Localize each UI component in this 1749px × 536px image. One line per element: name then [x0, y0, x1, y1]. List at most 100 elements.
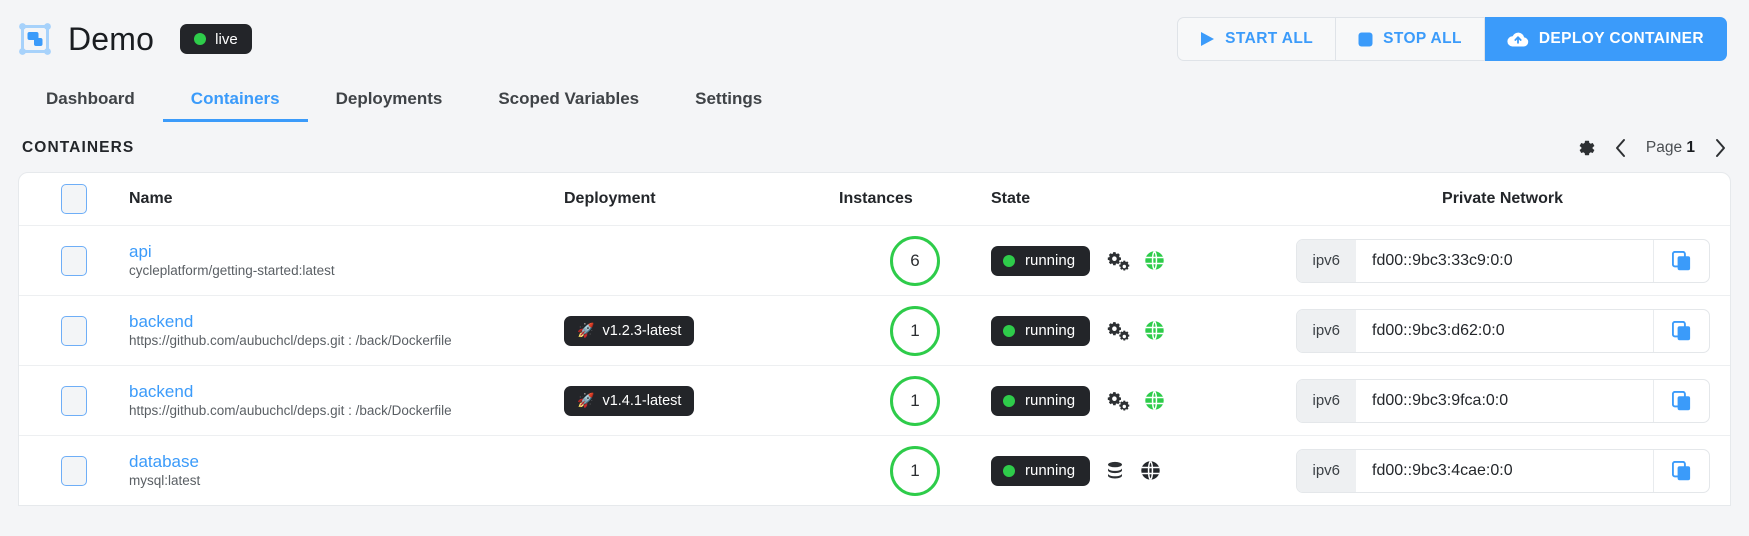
tab-dashboard[interactable]: Dashboard — [18, 90, 163, 122]
deployment-cell: 🚀 v1.2.3-latest — [564, 315, 839, 346]
container-name-cell: database mysql:latest — [129, 451, 564, 490]
network-protocol: ipv6 — [1296, 309, 1357, 352]
container-name-link[interactable]: database — [129, 451, 552, 472]
network-address-box: ipv6 fd00::9bc3:d62:0:0 — [1295, 308, 1710, 353]
gears-icon[interactable] — [1104, 250, 1130, 272]
select-all-cell — [19, 184, 129, 214]
state-dot-icon — [1003, 394, 1015, 407]
table-row[interactable]: api cycleplatform/getting-started:latest… — [19, 225, 1730, 295]
tab-containers[interactable]: Containers — [162, 90, 308, 122]
instances-count: 1 — [890, 445, 940, 496]
copy-icon[interactable] — [1652, 449, 1709, 492]
container-name-link[interactable]: api — [129, 241, 552, 262]
private-network-cell: ipv6 fd00::9bc3:d62:0:0 — [1291, 308, 1730, 353]
state-label: running — [1025, 462, 1076, 479]
network-address-box: ipv6 fd00::9bc3:4cae:0:0 — [1295, 448, 1710, 493]
deployment-label: v1.2.3-latest — [602, 322, 682, 339]
page-word: Page — [1645, 139, 1683, 156]
table-row[interactable]: backend https://github.com/aubuchcl/deps… — [19, 365, 1730, 435]
row-checkbox[interactable] — [61, 315, 87, 346]
tab-deployments[interactable]: Deployments — [308, 90, 471, 122]
row-checkbox[interactable] — [61, 455, 87, 486]
container-name-cell: backend https://github.com/aubuchcl/deps… — [129, 311, 564, 350]
container-name-cell: backend https://github.com/aubuchcl/deps… — [129, 381, 564, 420]
column-header-name: Name — [129, 190, 173, 207]
network-protocol: ipv6 — [1296, 379, 1357, 422]
table-row[interactable]: backend https://github.com/aubuchcl/deps… — [19, 295, 1730, 365]
private-network-cell: ipv6 fd00::9bc3:33c9:0:0 — [1291, 238, 1730, 283]
column-header-instances: Instances — [839, 190, 913, 207]
network-address-box: ipv6 fd00::9bc3:9fca:0:0 — [1295, 378, 1710, 423]
chevron-left-icon[interactable] — [1614, 138, 1628, 158]
rocket-icon: 🚀 — [577, 392, 595, 408]
globe-icon[interactable] — [1140, 460, 1161, 481]
container-name-link[interactable]: backend — [129, 381, 552, 402]
gear-icon[interactable] — [1576, 138, 1596, 158]
select-all-checkbox[interactable] — [61, 184, 87, 214]
start-all-button[interactable]: START ALL — [1177, 17, 1337, 61]
network-protocol: ipv6 — [1296, 239, 1357, 282]
private-network-cell: ipv6 fd00::9bc3:4cae:0:0 — [1291, 448, 1730, 493]
tab-settings[interactable]: Settings — [667, 90, 790, 122]
deploy-container-button[interactable]: DEPLOY CONTAINER — [1484, 17, 1727, 61]
row-select-cell — [19, 455, 129, 486]
state-dot-icon — [1003, 324, 1015, 337]
globe-icon[interactable] — [1144, 390, 1165, 411]
deployment-label: v1.4.1-latest — [602, 392, 682, 409]
deployment-badge[interactable]: 🚀 v1.2.3-latest — [564, 315, 695, 346]
row-checkbox[interactable] — [61, 385, 87, 416]
row-select-cell — [19, 245, 129, 276]
row-checkbox[interactable] — [61, 245, 87, 276]
start-all-label: START ALL — [1225, 30, 1314, 47]
containers-logo-icon — [18, 22, 52, 56]
container-source: mysql:latest — [129, 473, 201, 489]
container-source: cycleplatform/getting-started:latest — [129, 263, 335, 279]
rocket-icon: 🚀 — [577, 322, 595, 338]
instances-cell: 1 — [839, 375, 991, 426]
state-cell: running — [991, 245, 1291, 276]
state-label: running — [1025, 392, 1076, 409]
status-dot-icon — [194, 33, 207, 45]
copy-icon[interactable] — [1652, 309, 1709, 352]
globe-icon[interactable] — [1144, 250, 1165, 271]
table-row[interactable]: database mysql:latest 1 running ipv6 fd0… — [19, 435, 1730, 505]
stop-all-label: STOP ALL — [1383, 30, 1462, 47]
copy-icon[interactable] — [1652, 379, 1709, 422]
state-label: running — [1025, 252, 1076, 269]
containers-table: Name Deployment Instances State Private … — [18, 172, 1731, 506]
top-bar: Demo live START ALL STOP ALL DEPLOY CONT… — [0, 0, 1749, 78]
database-icon[interactable] — [1104, 460, 1126, 482]
tab-scoped-variables[interactable]: Scoped Variables — [470, 90, 667, 122]
state-dot-icon — [1003, 464, 1015, 477]
gears-icon[interactable] — [1104, 390, 1130, 412]
row-select-cell — [19, 385, 129, 416]
main-tabs: Dashboard Containers Deployments Scoped … — [0, 78, 1749, 122]
copy-icon[interactable] — [1652, 239, 1709, 282]
state-cell: running — [991, 385, 1291, 416]
deployment-badge[interactable]: 🚀 v1.4.1-latest — [564, 385, 695, 416]
stop-square-icon — [1358, 32, 1373, 47]
table-header-row: Name Deployment Instances State Private … — [19, 173, 1730, 225]
page-indicator: Page 1 — [1646, 139, 1695, 157]
header-actions: START ALL STOP ALL DEPLOY CONTAINER — [1177, 17, 1727, 61]
network-address: fd00::9bc3:9fca:0:0 — [1372, 391, 1509, 409]
gears-icon[interactable] — [1104, 320, 1130, 342]
container-name-link[interactable]: backend — [129, 311, 552, 332]
stop-all-button[interactable]: STOP ALL — [1336, 17, 1485, 61]
instances-count: 6 — [890, 235, 940, 286]
column-header-deployment: Deployment — [564, 190, 656, 207]
state-cell: running — [991, 315, 1291, 346]
container-name-cell: api cycleplatform/getting-started:latest — [129, 241, 564, 280]
state-badge: running — [991, 315, 1091, 346]
deploy-container-label: DEPLOY CONTAINER — [1538, 30, 1704, 47]
globe-icon[interactable] — [1144, 320, 1165, 341]
chevron-right-icon[interactable] — [1713, 138, 1727, 158]
pagination: Page 1 — [1576, 138, 1727, 158]
column-header-state: State — [991, 190, 1031, 207]
cloud-upload-icon — [1507, 31, 1529, 48]
network-protocol: ipv6 — [1296, 449, 1357, 492]
section-title: CONTAINERS — [22, 139, 135, 156]
status-badge-label: live — [215, 30, 238, 48]
state-badge: running — [991, 455, 1091, 486]
brand: Demo — [18, 21, 154, 58]
